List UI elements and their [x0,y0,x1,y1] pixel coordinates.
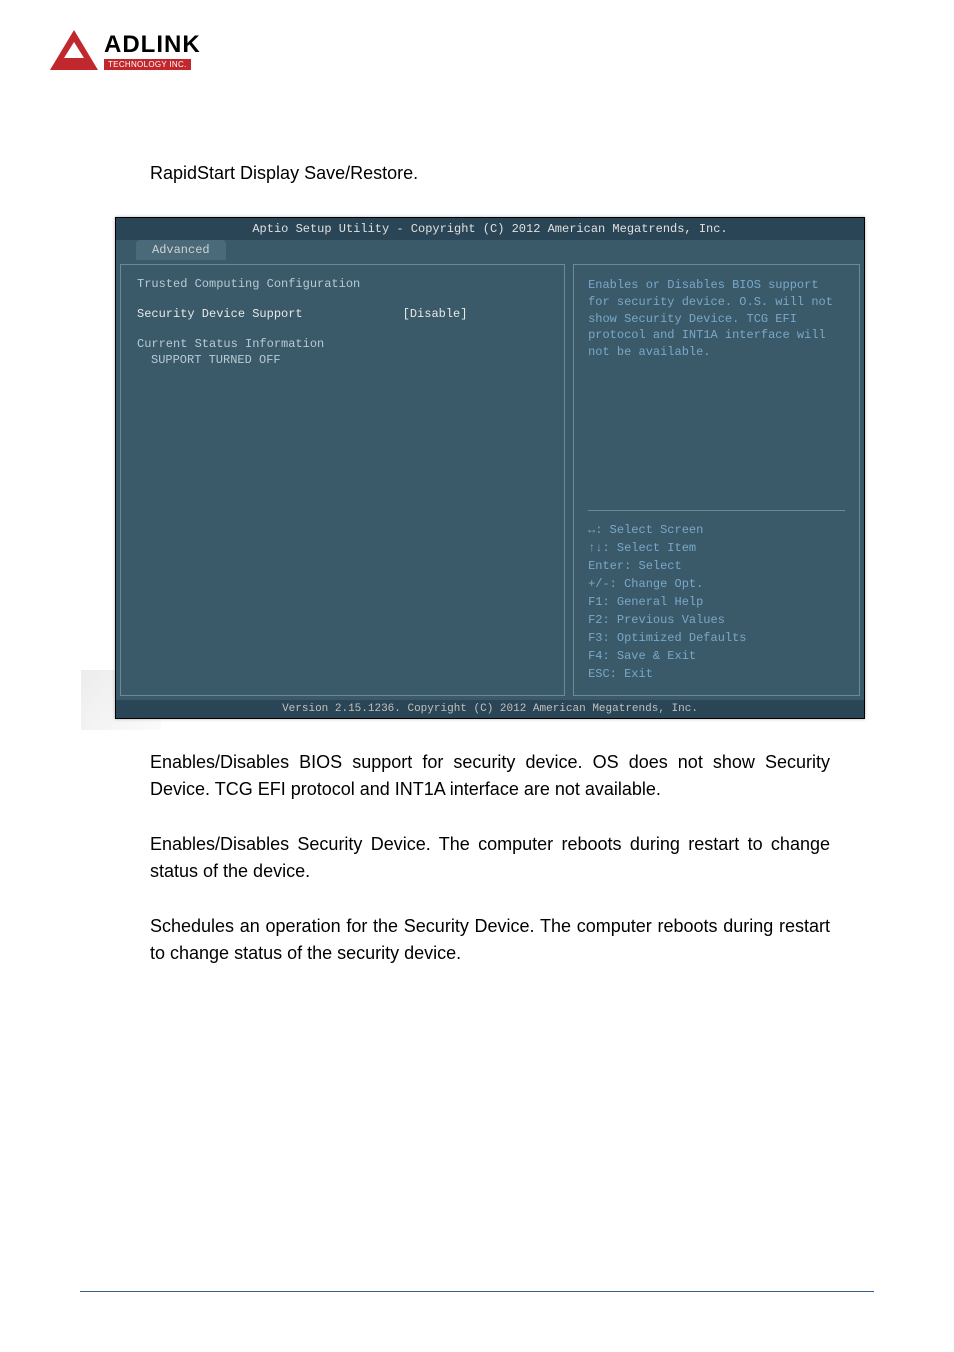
bios-key-legend: ↔: Select Screen ↑↓: Select Item Enter: … [588,521,845,683]
bios-help-text: Enables or Disables BIOS support for sec… [588,277,845,500]
bios-key-l1: ↔: Select Screen [588,521,845,539]
bios-screenshot: Aptio Setup Utility - Copyright (C) 2012… [115,217,865,719]
bios-status-line: SUPPORT TURNED OFF [151,353,281,367]
brand-logo: ADLINK TECHNOLOGY INC. [50,30,201,70]
bios-key-l9: ESC: Exit [588,665,845,683]
logo-triangle-icon [50,30,98,70]
bios-setting-value: [Disable] [403,307,468,321]
logo-text-block: ADLINK TECHNOLOGY INC. [104,31,201,70]
bios-key-l8: F4: Save & Exit [588,647,845,665]
bios-key-l7: F3: Optimized Defaults [588,629,845,647]
logo-sub-text: TECHNOLOGY INC. [104,59,191,70]
bios-tab-row: Advanced [116,240,864,260]
logo-main-text: ADLINK [104,31,201,59]
footer-divider [80,1291,874,1292]
paragraph-bios-support: Enables/Disables BIOS support for securi… [150,749,830,803]
bios-key-l4: +/-: Change Opt. [588,575,845,593]
bios-status-title: Current Status Information [137,337,324,351]
paragraph-security-device: Enables/Disables Security Device. The co… [150,831,830,885]
bios-body: Trusted Computing Configuration Security… [116,260,864,700]
paragraph-rapidstart: RapidStart Display Save/Restore. [150,160,830,187]
bios-header: Aptio Setup Utility - Copyright (C) 2012… [116,218,864,240]
paragraph-schedule: Schedules an operation for the Security … [150,913,830,967]
bios-key-l2: ↑↓: Select Item [588,539,845,557]
bios-right-panel: Enables or Disables BIOS support for sec… [573,264,860,696]
bios-divider [588,510,845,511]
bios-tab-advanced: Advanced [136,240,226,260]
bios-key-l3: Enter: Select [588,557,845,575]
bios-setting-label: Security Device Support [137,307,303,321]
bios-footer: Version 2.15.1236. Copyright (C) 2012 Am… [116,700,864,718]
bios-left-panel: Trusted Computing Configuration Security… [120,264,565,696]
document-content: RapidStart Display Save/Restore. Aptio S… [150,160,830,995]
bios-key-l6: F2: Previous Values [588,611,845,629]
bios-key-l5: F1: General Help [588,593,845,611]
bios-config-title: Trusted Computing Configuration [137,277,360,291]
